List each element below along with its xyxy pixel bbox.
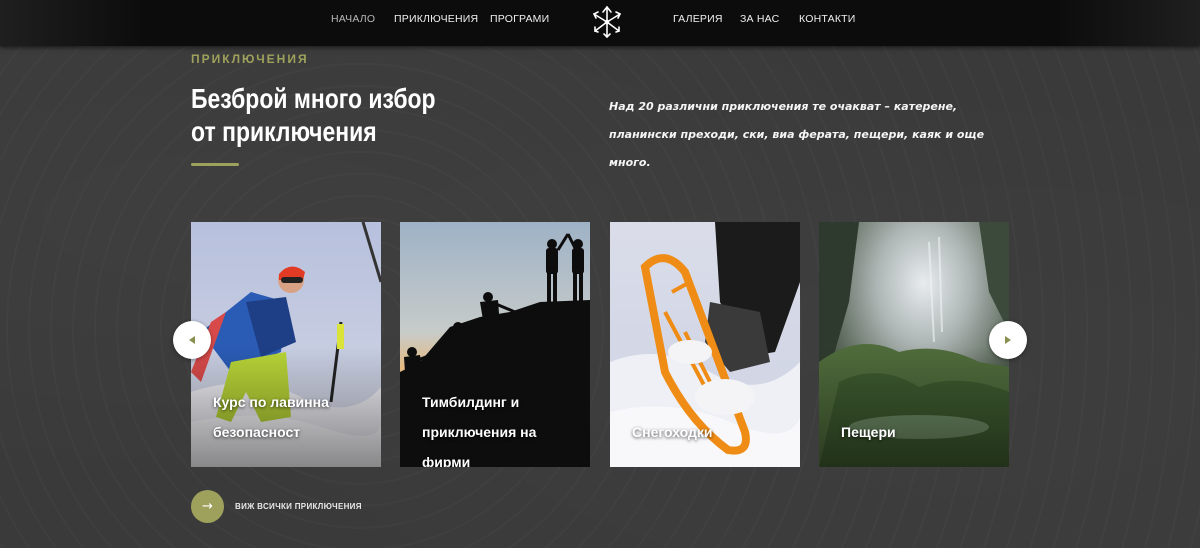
star-logo-icon[interactable] [589,4,625,40]
card-shade [819,347,1009,467]
nav-adventures[interactable]: ПРИКЛЮЧЕНИЯ [394,13,478,25]
section-eyebrow: ПРИКЛЮЧЕНИЯ [191,52,309,66]
view-all-adventures-link[interactable]: → ВИЖ ВСИЧКИ ПРИКЛЮЧЕНИЯ [191,490,362,523]
arrow-right-icon [1005,336,1011,344]
nav-home[interactable]: НАЧАЛО [331,13,375,25]
section-headline: Безброй много избор от приключения [191,82,453,148]
nav-contacts[interactable]: КОНТАКТИ [799,13,856,25]
top-navigation: НАЧАЛО ПРИКЛЮЧЕНИЯ ПРОГРАМИ ГАЛЕРИЯ ЗА Н… [0,0,1200,46]
headline-line-2: от приключения [191,116,377,147]
cta-label[interactable]: ВИЖ ВСИЧКИ ПРИКЛЮЧЕНИЯ [235,502,362,511]
arrow-right-icon[interactable]: → [191,490,224,523]
slider-next-button[interactable] [989,321,1027,359]
card-title: Снегоходки [632,424,713,440]
card-title: Пещери [841,424,896,440]
accent-divider [191,163,239,166]
headline-line-1: Безброй много избор [191,83,436,114]
nav-programs[interactable]: ПРОГРАМИ [490,13,549,25]
section-intro: Над 20 различни приключения те очакват –… [609,100,985,169]
card-title: Курс по лавинна безопасност [213,394,329,440]
card-title: Тимбилдинг и приключения на фирми [422,394,537,467]
slider-prev-button[interactable] [173,321,211,359]
adventure-card-teambuilding[interactable]: Тимбилдинг и приключения на фирми [400,222,590,467]
adventure-card-avalanche[interactable]: Курс по лавинна безопасност [191,222,381,467]
nav-about[interactable]: ЗА НАС [740,13,779,25]
adventure-card-snowshoes[interactable]: Снегоходки [610,222,800,467]
nav-gallery[interactable]: ГАЛЕРИЯ [673,13,723,25]
adventure-card-caves[interactable]: Пещери [819,222,1009,467]
arrow-left-icon [189,336,195,344]
background-texture [0,0,1200,548]
